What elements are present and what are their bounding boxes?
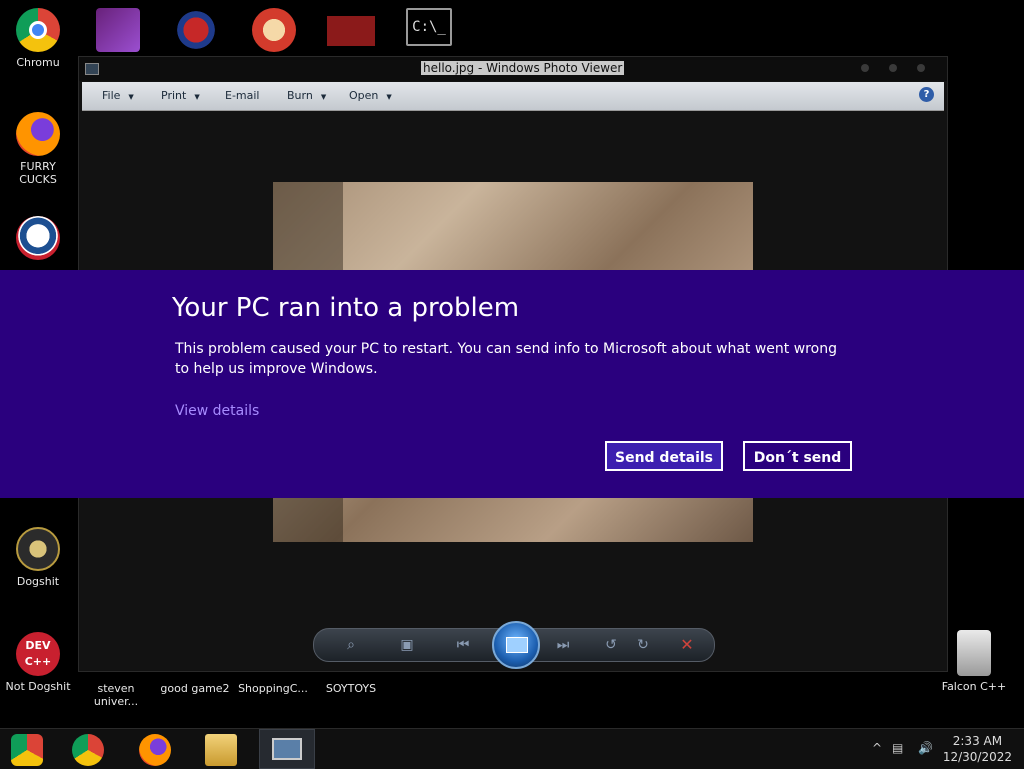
rotate-right-icon[interactable]: ↻ (634, 636, 652, 654)
chevron-down-icon: ▼ (194, 93, 200, 101)
network-icon[interactable]: ▤ (892, 741, 903, 755)
desktop-icon-cmd[interactable]: C:\_ (391, 8, 467, 50)
chevron-down-icon: ▼ (320, 93, 327, 101)
taskbar-file-explorer-icon[interactable] (205, 734, 237, 766)
photo-viewer-app-icon (85, 63, 99, 75)
taskbar-photo-viewer[interactable] (259, 729, 315, 769)
chrome-icon (16, 8, 60, 52)
obama-logo-icon (16, 216, 60, 260)
delete-icon[interactable]: ✕ (678, 636, 696, 654)
desktop-icon-label: ShoppingC... (238, 682, 308, 695)
photo-viewer-icon (272, 738, 302, 760)
viewer-controls: ⌕ ▣ ⏮ ⏭ ↺ ↻ ✕ (313, 621, 715, 669)
minimize-button[interactable] (861, 64, 869, 72)
desktop-icon-label: Falcon C++ (941, 680, 1007, 693)
desktop-icon-label: steven univer... (93, 682, 139, 708)
menu-file[interactable]: File ▼ (102, 89, 134, 102)
error-message: This problem caused your PC to restart. … (175, 341, 837, 377)
desktop-icon-shopping[interactable]: ShoppingC... (235, 682, 311, 695)
taskbar-chrome-icon[interactable] (72, 734, 104, 766)
desktop-icon-label: Dogshit (16, 575, 60, 588)
taskbar: ^ ▤ 🔊 2:33 AM 12/30/2022 (0, 728, 1024, 769)
clock[interactable]: 2:33 AM 12/30/2022 (943, 733, 1012, 765)
desktop-icon-falcon-cpp[interactable]: Falcon C++ (936, 630, 1012, 693)
close-button[interactable] (917, 64, 925, 72)
window-title: hello.jpg - Windows Photo Viewer (421, 61, 625, 75)
title-bar[interactable]: hello.jpg - Windows Photo Viewer (79, 57, 947, 81)
desktop-icon-label: SOYTOYS (325, 682, 377, 695)
firefox-icon (16, 112, 60, 156)
previous-icon[interactable]: ⏮ (454, 636, 472, 654)
clock-time: 2:33 AM (952, 734, 1003, 748)
view-details-link[interactable]: View details (175, 403, 259, 419)
p-app-icon (252, 8, 296, 52)
desktop-icon-label: Not Dogshit (5, 680, 71, 693)
dogshit-icon (16, 527, 60, 571)
show-hidden-icons-chevron[interactable]: ^ (872, 741, 882, 755)
send-details-button[interactable]: Send details (605, 441, 723, 471)
desktop-icon-furry-cucks[interactable]: FURRY CUCKS (0, 112, 76, 186)
menu-bar: File ▼ Print ▼ E-mail Burn ▼ Open ▼ ? (82, 82, 944, 111)
rotate-left-icon[interactable]: ↺ (602, 636, 620, 654)
papers-please-icon (327, 16, 375, 46)
desktop-icon-good-game2[interactable]: good game2 (157, 682, 233, 695)
visual-studio-icon (96, 8, 140, 52)
dont-send-button[interactable]: Don´t send (743, 441, 852, 471)
help-icon[interactable]: ? (919, 87, 934, 102)
menu-burn[interactable]: Burn ▼ (287, 89, 326, 102)
desktop-icon-soytoys[interactable]: SOYTOYS (313, 682, 389, 695)
error-banner: Your PC ran into a problem This problem … (0, 270, 1024, 498)
desktop-icon-p-app[interactable] (236, 8, 312, 56)
desktop-icon-label: FURRY CUCKS (19, 160, 57, 186)
desktop-icon-obama[interactable] (0, 216, 76, 264)
desktop-icon-steven-universe[interactable]: steven univer... (78, 682, 154, 708)
error-title: Your PC ran into a problem (172, 293, 520, 323)
slideshow-button[interactable] (492, 621, 540, 669)
menu-open[interactable]: Open ▼ (349, 89, 392, 102)
next-icon[interactable]: ⏭ (554, 636, 572, 654)
recycle-bin-icon (957, 630, 991, 676)
dev-cpp-icon: DEV C++ (16, 632, 60, 676)
desktop-icon-not-dogshit[interactable]: DEV C++ Not Dogshit (0, 632, 76, 693)
chevron-down-icon: ▼ (386, 93, 392, 101)
zoom-icon[interactable]: ⌕ (342, 636, 360, 654)
actual-size-icon[interactable]: ▣ (398, 636, 416, 654)
desktop-icon-chromu[interactable]: Chromu (0, 8, 76, 69)
desktop-icon-wing2[interactable] (158, 8, 234, 56)
taskbar-firefox-icon[interactable] (139, 734, 171, 766)
taskbar-chromium-icon[interactable] (11, 734, 43, 766)
maximize-button[interactable] (889, 64, 897, 72)
command-prompt-icon: C:\_ (406, 8, 452, 46)
menu-email[interactable]: E-mail (225, 89, 260, 102)
desktop-icon-visual-studio[interactable] (80, 8, 156, 56)
volume-icon[interactable]: 🔊 (918, 741, 933, 755)
slideshow-icon (506, 637, 528, 653)
desktop-icon-label: good game2 (160, 682, 230, 695)
chevron-down-icon: ▼ (128, 93, 134, 101)
desktop-icon-dogshit[interactable]: Dogshit (0, 527, 76, 588)
desktop-icon-label: Chromu (16, 56, 60, 69)
wing-2-icon (174, 8, 218, 52)
clock-date: 12/30/2022 (942, 750, 1012, 764)
menu-print[interactable]: Print ▼ (161, 89, 200, 102)
desktop-icon-papers-please[interactable] (313, 8, 389, 50)
